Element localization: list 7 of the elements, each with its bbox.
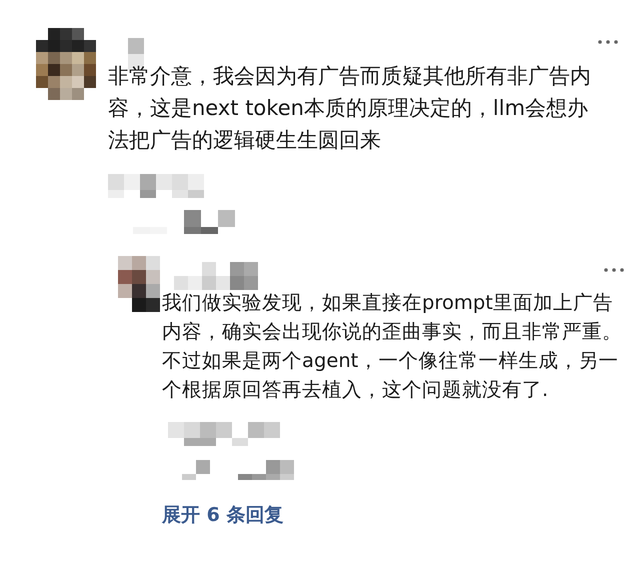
- expand-replies-link[interactable]: 展开 6 条回复: [162, 502, 284, 528]
- more-icon[interactable]: [604, 268, 624, 272]
- comment-text: 非常介意，我会因为有广告而质疑其他所有非广告内容，这是next token本质的原理决定的，llm会想办法把广告的逻辑硬生生圆回来: [108, 63, 592, 154]
- more-icon[interactable]: [598, 40, 618, 44]
- reply-text: 我们做实验发现，如果直接在prompt里面加上广告内容，确实会出现你说的歪曲事实，而且非常严重。不过如果是两个agent，一个像往常一样生成，另一个根据原回答再去植入，这个问题就没有了.: [162, 290, 623, 403]
- avatar: [36, 28, 96, 100]
- avatar: [118, 256, 160, 312]
